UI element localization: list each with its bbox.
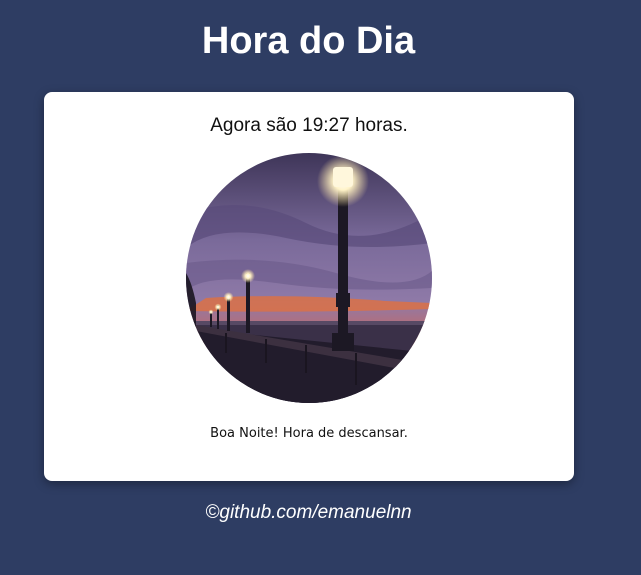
footer-credit: ©github.com/emanuelnn bbox=[205, 502, 412, 523]
page: Hora do Dia Agora são 19:27 horas. Boa N… bbox=[0, 0, 641, 575]
night-promenade-photo bbox=[186, 153, 432, 403]
greeting-message: Boa Noite! Hora de descansar. bbox=[210, 426, 408, 441]
current-time-text: Agora são 19:27 horas. bbox=[210, 115, 408, 136]
page-title: Hora do Dia bbox=[201, 20, 416, 62]
time-of-day-image bbox=[186, 153, 432, 403]
time-card: Agora são 19:27 horas. Boa Noite! Hora d… bbox=[44, 92, 574, 481]
